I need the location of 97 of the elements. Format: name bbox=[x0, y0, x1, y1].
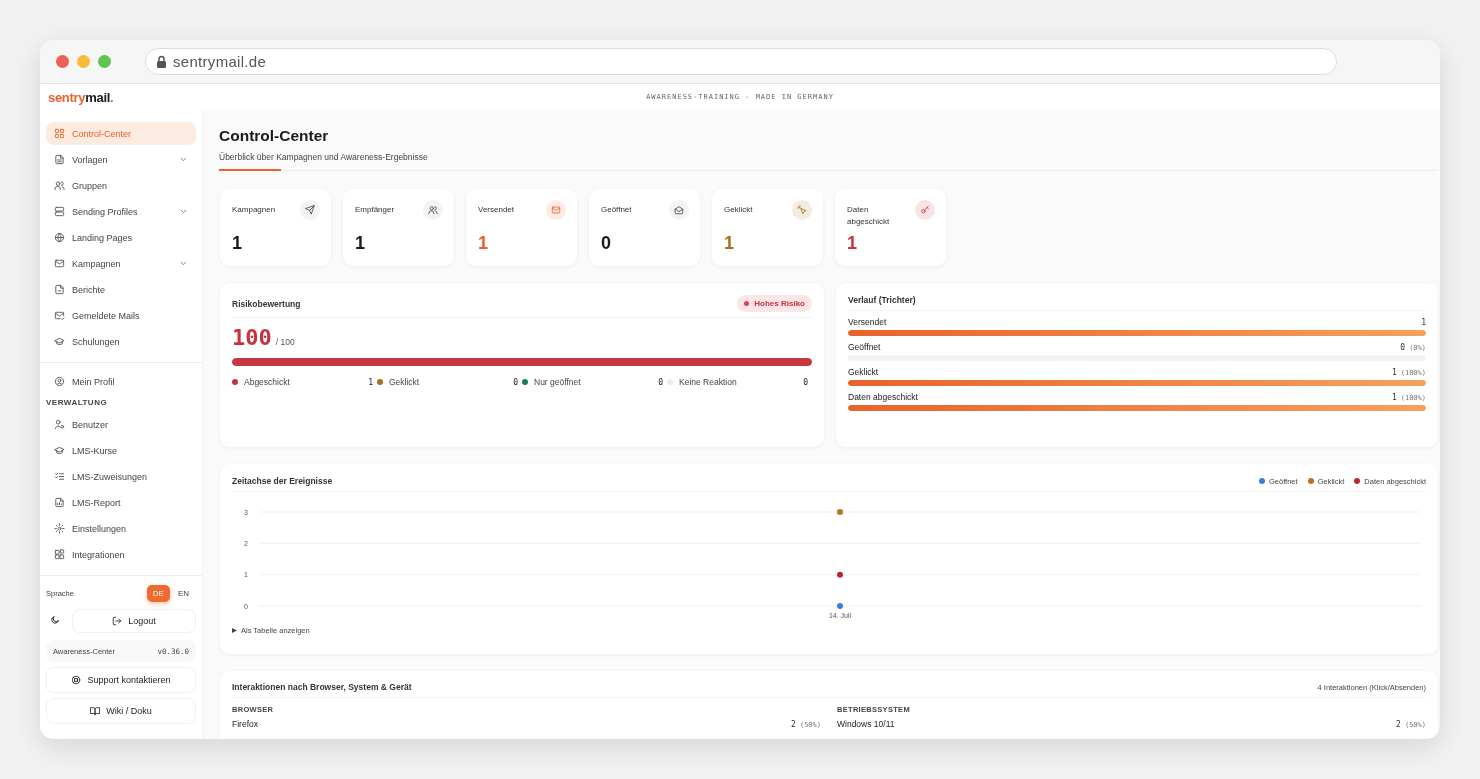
nav-item[interactable]: Benutzer bbox=[46, 413, 196, 436]
support-button[interactable]: Support kontaktieren bbox=[46, 667, 196, 693]
send-icon bbox=[305, 205, 315, 215]
stat-label: Versendet bbox=[478, 204, 516, 216]
settings-icon bbox=[54, 523, 65, 534]
legend-count: 0 bbox=[802, 377, 809, 387]
open-envelope-icon bbox=[674, 205, 684, 215]
nav-item[interactable]: Integrationen bbox=[46, 543, 196, 566]
page-subtitle: Überblick über Kampagnen und Awareness-Ergebnisse bbox=[219, 152, 429, 162]
chevron-down-icon bbox=[179, 155, 188, 164]
risk-badge: Hohes Risiko bbox=[737, 295, 812, 312]
stat-label: Daten abgeschickt bbox=[847, 204, 891, 229]
close-button[interactable] bbox=[56, 55, 69, 68]
key-icon bbox=[920, 205, 930, 215]
legend-label: Geklickt bbox=[389, 377, 421, 387]
score-max: / 100 bbox=[275, 337, 295, 347]
lifebuoy-icon bbox=[71, 675, 82, 685]
nav-item[interactable]: Vorlagen bbox=[46, 148, 196, 171]
stat-value: 1 bbox=[355, 233, 366, 254]
nav-item[interactable]: Sending Profiles bbox=[46, 200, 196, 223]
logo: sentrymail. bbox=[47, 89, 115, 105]
checklist-icon bbox=[54, 471, 65, 482]
document-icon bbox=[54, 154, 65, 165]
maximize-button[interactable] bbox=[98, 55, 111, 68]
card-title: Zeitachse der Ereignisse bbox=[232, 476, 333, 486]
section-heading: VERWALTUNG bbox=[46, 397, 109, 409]
funnel-value: 1 bbox=[1421, 318, 1426, 327]
lock-icon bbox=[156, 55, 167, 68]
minimize-button[interactable] bbox=[77, 55, 90, 68]
stat-label: Geöffnet bbox=[601, 204, 633, 216]
users-icon bbox=[54, 180, 65, 191]
file-icon bbox=[54, 284, 65, 295]
stat-label: Geklickt bbox=[724, 204, 754, 216]
card-title: Verlauf (Trichter) bbox=[848, 295, 916, 305]
nav-item[interactable]: Schulungen bbox=[46, 330, 196, 353]
funnel-label: Versendet bbox=[848, 317, 887, 327]
blocks-icon bbox=[54, 549, 65, 560]
card-title: Risikobewertung bbox=[232, 298, 301, 309]
legend-label: Abgeschickt bbox=[244, 377, 291, 387]
row-value: 2 bbox=[791, 720, 796, 729]
user-settings-icon bbox=[54, 419, 65, 430]
mail-check-icon bbox=[54, 310, 65, 321]
logout-button[interactable]: Logout bbox=[72, 609, 196, 633]
legend-count: 0 bbox=[512, 377, 519, 387]
risk-score: 100 bbox=[232, 325, 272, 350]
language-option[interactable]: EN bbox=[171, 585, 195, 602]
wiki-button[interactable]: Wiki / Doku bbox=[46, 698, 196, 724]
nav-item[interactable]: Landing Pages bbox=[46, 226, 196, 249]
file-chart-icon bbox=[54, 497, 65, 508]
legend-label: Keine Reaktion bbox=[679, 377, 738, 387]
nav-item[interactable]: Mein Profil bbox=[46, 370, 196, 393]
grid-icon bbox=[54, 128, 65, 139]
nav-item[interactable]: LMS-Report bbox=[46, 491, 196, 514]
logout-icon bbox=[112, 616, 123, 626]
stat-value: 0 bbox=[601, 233, 612, 254]
legend-count: 0 bbox=[657, 377, 664, 387]
page-title: Control-Center bbox=[219, 127, 330, 145]
book-icon bbox=[90, 706, 101, 716]
funnel-label: Geöffnet bbox=[848, 342, 881, 352]
chevron-down-icon bbox=[179, 259, 188, 268]
address-bar[interactable]: sentrymail.de bbox=[145, 48, 1337, 75]
triangle-right-icon bbox=[232, 628, 237, 633]
nav-item[interactable]: Einstellungen bbox=[46, 517, 196, 540]
nav-item[interactable]: Gemeldete Mails bbox=[46, 304, 196, 327]
cursor-click-icon bbox=[797, 205, 807, 215]
stat-value: 1 bbox=[847, 233, 858, 254]
stat-label: Kampagnen bbox=[232, 204, 277, 216]
card-title: Interaktionen nach Browser, System & Gerät bbox=[232, 682, 412, 692]
nav-item[interactable]: Kampagnen bbox=[46, 252, 196, 275]
stat-label: Empfänger bbox=[355, 204, 396, 216]
funnel-value: 1 bbox=[1391, 368, 1397, 377]
user-circle-icon bbox=[54, 376, 65, 387]
nav-item[interactable]: LMS-Zuweisungen bbox=[46, 465, 196, 488]
row-label: Windows 10/11 bbox=[837, 719, 895, 729]
nav-item[interactable]: LMS-Kurse bbox=[46, 439, 196, 462]
funnel-value: 0 bbox=[1400, 343, 1406, 352]
mail-icon bbox=[54, 258, 65, 269]
funnel-label: Geklickt bbox=[848, 367, 879, 377]
funnel-value: 1 bbox=[1391, 393, 1397, 402]
graduation-cap-icon bbox=[54, 445, 65, 456]
globe-icon bbox=[54, 232, 65, 243]
graduation-cap-icon bbox=[54, 336, 65, 347]
stat-value: 1 bbox=[724, 233, 735, 254]
nav-item[interactable]: Gruppen bbox=[46, 174, 196, 197]
row-value: 2 bbox=[1396, 720, 1401, 729]
users-icon bbox=[428, 205, 438, 215]
stat-value: 1 bbox=[478, 233, 489, 254]
funnel-label: Daten abgeschickt bbox=[848, 392, 918, 402]
server-icon bbox=[54, 206, 65, 217]
chevron-down-icon bbox=[179, 207, 188, 216]
nav-item[interactable]: Berichte bbox=[46, 278, 196, 301]
moon-icon bbox=[50, 615, 60, 625]
legend-count: 1 bbox=[367, 377, 374, 387]
row-label: Firefox bbox=[232, 719, 258, 729]
stat-value: 1 bbox=[232, 233, 243, 254]
mail-icon bbox=[551, 205, 561, 215]
legend-label: Nur geöffnet bbox=[534, 377, 582, 387]
